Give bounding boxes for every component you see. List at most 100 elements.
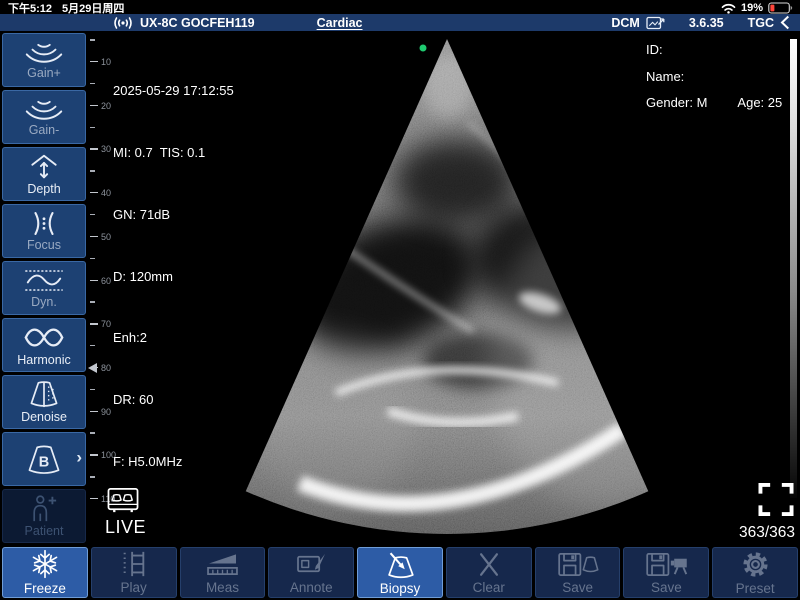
ruler-tick: [90, 280, 98, 281]
ruler-tick: [90, 323, 98, 324]
tgc-chevron-icon[interactable]: [780, 15, 790, 30]
ruler-tick: [90, 83, 95, 84]
annotate-icon: [293, 551, 330, 578]
left-toolbar: Gain+ Gain- Depth: [0, 31, 88, 545]
gain-minus-button[interactable]: Gain-: [2, 90, 86, 144]
imaging-parameters: 2025-05-29 17:12:55 MI: 0.7 TIS: 0.1 GN:…: [113, 40, 234, 514]
biopsy-icon: [382, 550, 418, 579]
ios-status-bar: 下午5:12 5月29日周四 19%: [0, 0, 800, 15]
wireless-probe-icon: [112, 16, 134, 30]
depth-text: D: 120mm: [113, 267, 234, 288]
freeze-icon: [30, 549, 60, 579]
ultrasound-app: 下午5:12 5月29日周四 19%: [0, 0, 800, 600]
mi-tis-text: MI: 0.7 TIS: 0.1: [113, 143, 234, 164]
ruler-tick: [90, 258, 95, 259]
enhance-text: Enh:2: [113, 328, 234, 349]
device-name: UX-8C GOCFEH119: [140, 16, 255, 30]
depth-icon: [25, 153, 63, 180]
ruler-depth-label: 60: [101, 276, 111, 286]
save-image-label: Save: [562, 580, 593, 595]
annotate-button[interactable]: Annote: [268, 547, 354, 598]
biopsy-button[interactable]: Biopsy: [357, 547, 443, 598]
save-video-icon: [644, 551, 689, 578]
ruler-depth-label: 40: [101, 188, 111, 198]
play-label: Play: [121, 580, 147, 595]
cine-clip-icon: [105, 485, 146, 516]
ultrasound-display: 102030405060708090100110 2025-05-29 17:1…: [88, 31, 800, 545]
dcm-label[interactable]: DCM: [611, 16, 639, 30]
preset-button[interactable]: Preset: [712, 547, 798, 598]
patient-icon: [26, 494, 62, 522]
denoise-button[interactable]: Denoise: [2, 375, 86, 429]
b-mode-button[interactable]: B ›: [2, 432, 86, 486]
dynamic-range-label: Dyn.: [31, 295, 57, 309]
save-image-button[interactable]: Save: [535, 547, 621, 598]
focus-label: Focus: [27, 238, 61, 252]
depth-button[interactable]: Depth: [2, 147, 86, 201]
focus-icon: [25, 211, 63, 236]
grayscale-map-bar: [790, 39, 797, 498]
datetime-text: 2025-05-29 17:12:55: [113, 81, 234, 102]
ruler-depth-label: 80: [101, 363, 111, 373]
freeze-label: Freeze: [24, 581, 66, 596]
dynamic-range-button[interactable]: Dyn.: [2, 261, 86, 315]
preset-label: Preset: [736, 581, 775, 596]
ruler-tick: [90, 148, 98, 149]
ruler-tick: [90, 411, 98, 412]
frame-counter-value: 363/363: [739, 524, 795, 542]
play-button[interactable]: Play: [91, 547, 177, 598]
ruler-tick: [90, 301, 95, 302]
ruler-tick: [90, 454, 98, 455]
measure-button[interactable]: Meas: [180, 547, 266, 598]
gain-minus-label: Gain-: [29, 123, 60, 137]
ruler-tick: [90, 192, 98, 193]
frame-counter: 363/363: [739, 482, 795, 542]
frequency-text: F: H5.0MHz: [113, 452, 234, 473]
gain-plus-button[interactable]: Gain+: [2, 33, 86, 87]
harmonic-button[interactable]: Harmonic: [2, 318, 86, 372]
bottom-toolbar: Freeze Play Meas: [0, 545, 800, 600]
gain-plus-label: Gain+: [27, 66, 61, 80]
clear-icon: [476, 551, 502, 578]
live-label: LIVE: [105, 517, 146, 538]
dcm-export-icon[interactable]: [646, 15, 665, 30]
svg-text:B: B: [39, 454, 49, 470]
clear-button[interactable]: Clear: [446, 547, 532, 598]
ruler-tick: [90, 389, 95, 390]
freeze-button[interactable]: Freeze: [2, 547, 88, 598]
patient-gender: Gender: M: [646, 95, 707, 110]
gain-plus-icon: [23, 41, 65, 64]
ruler-tick: [90, 432, 95, 433]
preset-gear-icon: [741, 550, 770, 579]
save-image-icon: [556, 551, 599, 578]
play-icon: [118, 550, 150, 578]
save-video-button[interactable]: Save: [623, 547, 709, 598]
ruler-tick: [90, 236, 98, 237]
patient-name: Name:: [646, 69, 782, 84]
patient-id: ID:: [646, 42, 782, 57]
denoise-label: Denoise: [21, 410, 67, 424]
patient-age: Age: 25: [737, 95, 782, 110]
b-mode-expand-chevron-icon[interactable]: ›: [76, 447, 82, 467]
ruler-depth-label: 70: [101, 319, 111, 329]
gain-text: GN: 71dB: [113, 205, 234, 226]
focus-marker: [88, 363, 97, 373]
fullscreen-icon[interactable]: [757, 482, 795, 517]
tgc-label[interactable]: TGC: [748, 16, 774, 30]
depth-label: Depth: [27, 182, 60, 196]
live-indicator: LIVE: [105, 485, 146, 538]
battery-icon: [768, 2, 793, 14]
ruler-tick: [90, 39, 95, 40]
dynamic-range-icon: [23, 268, 65, 293]
focus-button[interactable]: Focus: [2, 204, 86, 258]
wifi-icon: [721, 3, 736, 14]
ruler-tick: [90, 170, 95, 171]
patient-info: ID: Name: Gender: M Age: 25: [646, 42, 782, 122]
harmonic-label: Harmonic: [17, 353, 71, 367]
ruler-tick: [90, 476, 95, 477]
measure-label: Meas: [206, 580, 239, 595]
annotate-label: Annote: [290, 580, 333, 595]
exam-preset-link[interactable]: Cardiac: [317, 16, 363, 30]
save-video-label: Save: [651, 580, 682, 595]
patient-button[interactable]: Patient: [2, 489, 86, 543]
